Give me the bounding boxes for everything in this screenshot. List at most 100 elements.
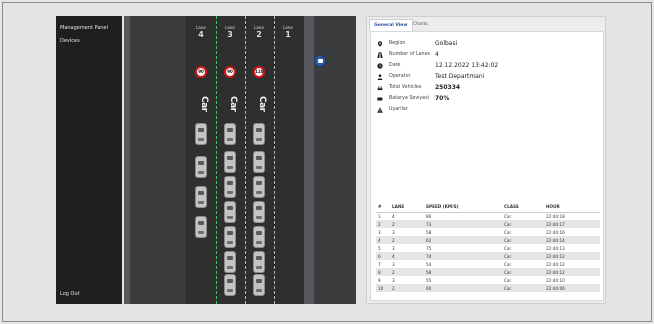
vehicle-class-label: Car [228, 96, 238, 112]
info-value: 250334 [435, 84, 461, 91]
vehicle-marker [253, 151, 265, 173]
sidebar-item-devices[interactable]: Devices [60, 38, 80, 44]
camera-pin-icon[interactable] [314, 55, 326, 67]
car-icon [377, 86, 383, 91]
vehicle-marker [224, 123, 236, 145]
info-label: Operator [389, 74, 411, 79]
lane-number: 1 [285, 30, 291, 39]
table-cell: 2 [390, 220, 424, 228]
table-row[interactable]: 8 2 58 Car 22:44:12 [376, 268, 600, 276]
road-camera-view: Lane 4 Lane 3 Lane 2 Lane 1 90 90 110 Ca… [124, 16, 356, 304]
info-panel: General View Charts Region Golbasi Numbe… [366, 16, 606, 304]
vehicle-marker [224, 201, 236, 223]
lane-number: 4 [198, 30, 204, 39]
table-cell: 2 [376, 220, 390, 228]
info-value: 70% [435, 95, 450, 102]
lane-4-label: Lane 4 [193, 25, 209, 39]
table-cell: 3 [392, 245, 395, 251]
table-cell: 10 [376, 284, 390, 292]
info-label: Uyarilar [389, 107, 408, 112]
vehicle-marker [253, 226, 265, 248]
clock-icon [377, 63, 383, 69]
vehicle-marker [224, 176, 236, 198]
table-cell: 2 [390, 284, 424, 292]
road-icon [377, 52, 383, 58]
table-cell: Car [502, 284, 544, 292]
sidebar: Management Panel Devices Log Out [56, 16, 122, 304]
table-row[interactable]: 7 3 54 Car 22:44:12 [376, 260, 600, 268]
detections-table: # LANE SPEED (KM/S) CLASS HOUR 1 4 86 Car 22… [376, 202, 600, 292]
table-cell: 22:44:17 [544, 220, 600, 228]
table-cell: Car [504, 261, 512, 267]
table-cell: 5 [378, 245, 381, 251]
road-shoulder-right [304, 16, 314, 304]
vehicle-marker [253, 123, 265, 145]
table-cell: 74 [424, 252, 502, 260]
table-cell: 22:44:12 [544, 268, 600, 276]
table-body: 1 4 86 Car 22:44:18 2 2 73 Car 22:44:17 3 3 58 Car 22:… [376, 212, 600, 292]
table-header-row: # LANE SPEED (KM/S) CLASS HOUR [376, 202, 600, 213]
table-row[interactable]: 5 3 75 Car 22:44:13 [376, 244, 600, 252]
tab-charts[interactable]: Charts [409, 19, 432, 31]
table-cell: Car [502, 252, 544, 260]
column-header: LANE [390, 202, 424, 213]
vehicle-marker [224, 226, 236, 248]
info-value: 12.12.2022 13:42:02 [435, 62, 499, 69]
general-view-card: Region Golbasi Number of Lanes 4 Date 12… [370, 31, 604, 301]
sidebar-item-management-panel[interactable]: Management Panel [60, 25, 108, 31]
table-cell: 86 [426, 213, 432, 219]
table-row[interactable]: 6 4 74 Car 22:44:12 [376, 252, 600, 260]
logout-button[interactable]: Log Out [60, 291, 80, 297]
table-row[interactable]: 1 4 86 Car 22:44:18 [376, 212, 600, 220]
table-cell: 2 [390, 268, 424, 276]
table-cell: Car [502, 236, 544, 244]
table-cell: 73 [424, 220, 502, 228]
table-cell: 54 [426, 261, 432, 267]
table-row[interactable]: 10 2 60 Car 22:44:06 [376, 284, 600, 292]
table-cell: 2 [390, 236, 424, 244]
lane-3-label: Lane 3 [222, 25, 238, 39]
vehicle-class-label: Car [199, 96, 209, 112]
table-row[interactable]: 4 2 62 Car 22:44:14 [376, 236, 600, 244]
table-cell: 6 [376, 252, 390, 260]
table-row[interactable]: 2 2 73 Car 22:44:17 [376, 220, 600, 228]
lane-2-label: Lane 2 [251, 25, 267, 39]
table-cell: 22:44:12 [546, 261, 565, 267]
lane-number: 3 [227, 30, 233, 39]
table-row[interactable]: 3 3 58 Car 22:44:16 [376, 228, 600, 236]
info-label: Batarya Seviyesi [389, 96, 430, 101]
info-value: Golbasi [435, 40, 458, 47]
table-cell: Car [504, 277, 512, 283]
table-cell: 22:44:12 [544, 252, 600, 260]
speed-limit-sign: 90 [195, 66, 207, 78]
table-cell: 3 [378, 229, 381, 235]
table-cell: 7 [378, 261, 381, 267]
vehicle-marker [224, 251, 236, 273]
vehicle-marker [195, 216, 207, 238]
table-cell: 22:44:18 [546, 213, 565, 219]
info-label: Region [389, 41, 406, 46]
vehicle-class-label: Car [257, 96, 267, 112]
table-cell: 55 [426, 277, 432, 283]
info-label: Total Vehicles [389, 85, 422, 90]
info-label: Date [389, 63, 401, 68]
table-cell: 3 [392, 261, 395, 267]
table-cell: 9 [378, 277, 381, 283]
lane-divider [216, 16, 217, 304]
table-cell: Car [502, 220, 544, 228]
vehicle-marker [253, 176, 265, 198]
info-value: 4 [435, 51, 439, 58]
table-row[interactable]: 9 3 55 Car 22:44:10 [376, 276, 600, 284]
table-cell: 22:44:06 [544, 284, 600, 292]
location-pin-icon [377, 41, 383, 47]
vehicle-marker [195, 156, 207, 178]
tab-bar: General View Charts [367, 17, 605, 31]
table-cell: 22:44:13 [546, 245, 565, 251]
vehicle-marker [253, 251, 265, 273]
vehicle-marker [253, 201, 265, 223]
table-cell: Car [504, 213, 512, 219]
tab-general-view[interactable]: General View [369, 19, 413, 31]
road-shoulder-left [124, 16, 130, 304]
info-label: Number of Lanes [389, 52, 431, 57]
table-cell: 22:44:16 [546, 229, 565, 235]
